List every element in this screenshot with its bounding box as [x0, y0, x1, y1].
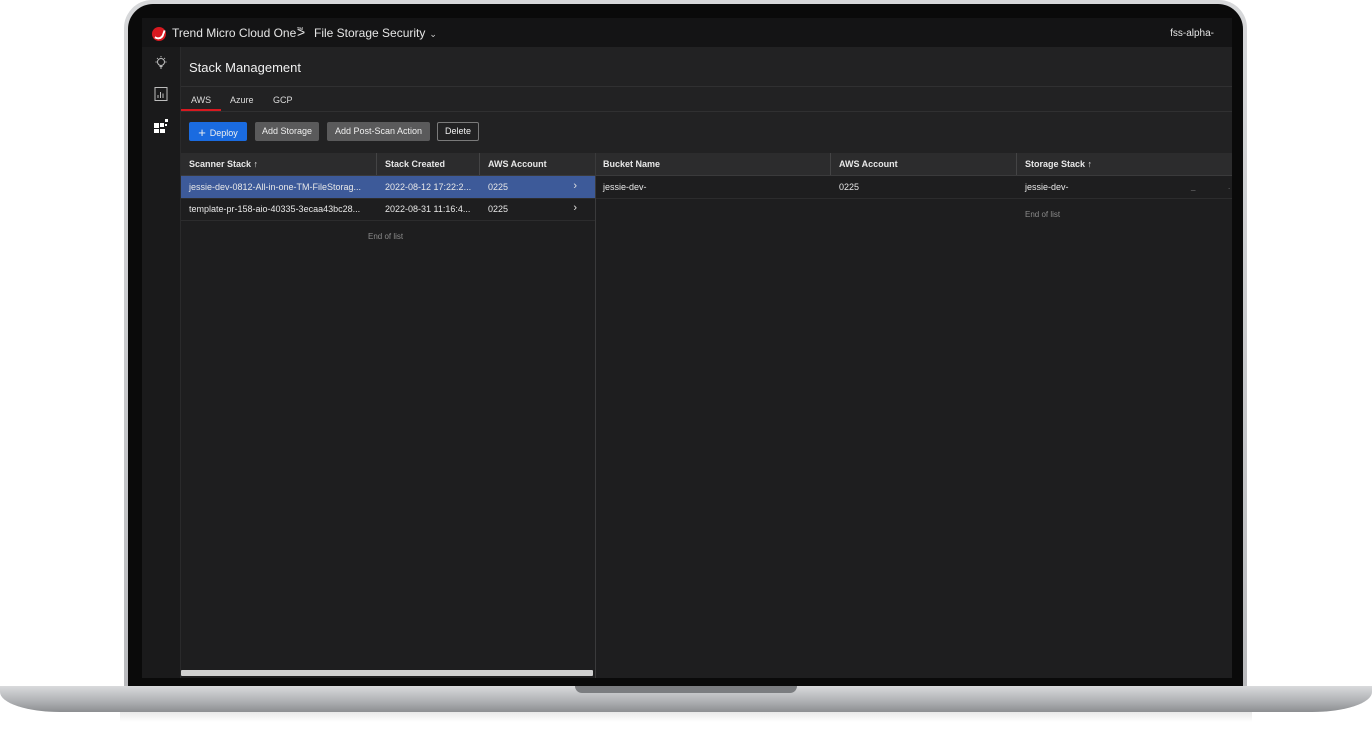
truncated-text-mark: . — [1228, 182, 1231, 191]
column-resizer[interactable] — [376, 153, 377, 175]
trend-micro-logo-icon[interactable] — [152, 27, 166, 41]
tab-aws[interactable]: AWS — [191, 95, 211, 105]
table-header: Scanner Stack ↑ Stack Created AWS Accoun… — [181, 153, 595, 176]
delete-button[interactable]: Delete — [437, 122, 479, 141]
column-header-bucket-name[interactable]: Bucket Name — [603, 159, 660, 169]
scanner-stack-name: template-pr-158-aio-40335-3ecaa43bc28... — [189, 204, 361, 214]
product-label: File Storage Security — [314, 26, 426, 40]
plus-icon: + — [198, 125, 206, 140]
deploy-label: Deploy — [209, 128, 238, 138]
main-content: Stack Management AWS Azure GCP + Deploy A… — [181, 47, 1232, 678]
truncated-text-mark: _ — [1191, 182, 1196, 191]
brand-label: Trend Micro Cloud One — [172, 26, 297, 40]
product-switcher[interactable]: File Storage Security ⌄ — [314, 26, 437, 40]
chevron-down-icon: ⌄ — [429, 29, 437, 39]
deploy-button[interactable]: + Deploy — [189, 122, 247, 141]
breadcrumb-chevron-icon: > — [297, 24, 306, 40]
sidebar — [142, 47, 181, 678]
aws-account: 0225 — [488, 182, 509, 192]
column-resizer[interactable] — [479, 153, 480, 175]
tab-azure[interactable]: Azure — [230, 95, 254, 105]
apps-grid-icon[interactable] — [153, 118, 169, 134]
table-row[interactable]: jessie-dev- 0225 jessie-dev- _ . — [596, 176, 1232, 199]
aws-account: 0225 — [488, 204, 509, 214]
column-header-stack-created[interactable]: Stack Created — [385, 159, 445, 169]
table-header: Bucket Name AWS Account Storage Stack ↑ — [596, 153, 1232, 176]
bucket-name: jessie-dev- — [603, 182, 647, 192]
stack-created-date: 2022-08-12 17:22:2... — [385, 182, 472, 192]
end-of-list-text: End of list — [368, 232, 404, 241]
storage-stack-name: jessie-dev- — [1025, 182, 1069, 192]
scanner-stack-name: jessie-dev-0812-All-in-one-TM-FileStorag… — [189, 182, 362, 192]
storage-table: Bucket Name AWS Account Storage Stack ↑ … — [596, 153, 1232, 678]
tab-gcp[interactable]: GCP — [273, 95, 293, 105]
column-resizer[interactable] — [1016, 153, 1017, 175]
chevron-right-icon[interactable]: › — [573, 180, 577, 192]
chevron-right-icon[interactable]: › — [573, 202, 577, 214]
horizontal-scrollbar[interactable] — [181, 670, 593, 676]
top-navigation-bar: Trend Micro Cloud One™ > File Storage Se… — [142, 18, 1232, 47]
divider — [181, 86, 1232, 87]
page-title: Stack Management — [189, 60, 302, 75]
account-menu[interactable]: fss-alpha- — [1170, 28, 1214, 39]
report-icon[interactable] — [153, 86, 169, 102]
add-post-scan-action-button[interactable]: Add Post-Scan Action — [327, 122, 430, 141]
table-row[interactable]: template-pr-158-aio-40335-3ecaa43bc28...… — [181, 198, 595, 221]
laptop-shadow — [120, 712, 1252, 722]
column-header-scanner-stack[interactable]: Scanner Stack ↑ — [189, 159, 258, 169]
add-storage-button[interactable]: Add Storage — [255, 122, 319, 141]
column-resizer[interactable] — [830, 153, 831, 175]
column-header-aws-account[interactable]: AWS Account — [488, 159, 547, 169]
brand-name[interactable]: Trend Micro Cloud One™ — [172, 26, 303, 40]
table-row[interactable]: jessie-dev-0812-All-in-one-TM-FileStorag… — [181, 176, 595, 199]
aws-account: 0225 — [839, 182, 860, 192]
stack-created-date: 2022-08-31 11:16:4... — [385, 204, 471, 214]
end-of-list-text: End of list — [1025, 210, 1061, 219]
laptop-hinge-notch — [575, 686, 797, 693]
column-header-storage-stack[interactable]: Storage Stack ↑ — [1025, 159, 1092, 169]
lightbulb-icon[interactable] — [153, 55, 169, 71]
scanner-stack-table: Scanner Stack ↑ Stack Created AWS Accoun… — [181, 153, 596, 678]
divider — [181, 111, 1232, 112]
column-header-aws-account[interactable]: AWS Account — [839, 159, 898, 169]
app-screen: Trend Micro Cloud One™ > File Storage Se… — [142, 18, 1232, 678]
